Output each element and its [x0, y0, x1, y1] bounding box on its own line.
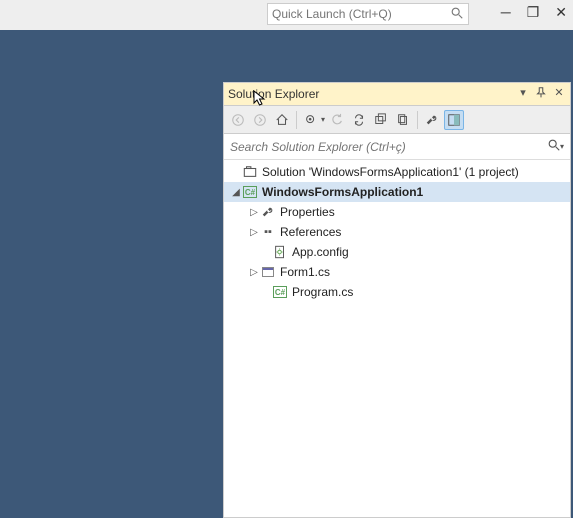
dropdown-icon[interactable]: ▾	[321, 115, 325, 124]
expand-twisty-icon[interactable]: ▷	[248, 207, 260, 218]
preview-button[interactable]	[444, 110, 464, 130]
search-icon	[450, 6, 464, 23]
tree-label: App.config	[292, 245, 349, 259]
panel-options-icon[interactable]: ▾	[516, 86, 530, 103]
toolbar-separator	[296, 111, 297, 129]
minimize-button[interactable]: ─	[501, 4, 511, 21]
nav-back-button[interactable]	[228, 110, 248, 130]
wrench-icon	[260, 204, 276, 220]
form-file-icon	[260, 264, 276, 280]
panel-title: Solution Explorer	[228, 87, 516, 101]
csharp-file-icon: C#	[272, 284, 288, 300]
tree-label: Program.cs	[292, 285, 353, 299]
sync-button[interactable]	[349, 110, 369, 130]
panel-search-input[interactable]	[230, 140, 547, 154]
tree-node-properties[interactable]: ▷ Properties	[224, 202, 570, 222]
solution-tree: Solution 'WindowsFormsApplication1' (1 p…	[224, 160, 570, 304]
quick-launch[interactable]	[267, 3, 469, 25]
tree-node-project[interactable]: ◢ C# WindowsFormsApplication1	[224, 182, 570, 202]
scope-button[interactable]	[301, 110, 321, 130]
title-bar: ─ ❐ ✕	[0, 0, 573, 30]
tree-node-appconfig[interactable]: App.config	[224, 242, 570, 262]
tree-label: Form1.cs	[280, 265, 330, 279]
references-icon: ▪▪	[260, 224, 276, 240]
properties-button[interactable]	[422, 110, 442, 130]
csharp-project-icon: C#	[242, 184, 258, 200]
solution-explorer-panel: Solution Explorer ▾ ✕ ▾	[223, 82, 571, 518]
refresh-button[interactable]	[327, 110, 347, 130]
expand-twisty-icon[interactable]: ▷	[248, 267, 260, 278]
panel-close-icon[interactable]: ✕	[552, 86, 566, 103]
toolbar-separator	[417, 111, 418, 129]
nav-forward-button[interactable]	[250, 110, 270, 130]
restore-button[interactable]: ❐	[527, 4, 540, 21]
tree-node-form1[interactable]: ▷ Form1.cs	[224, 262, 570, 282]
tree-label: Solution 'WindowsFormsApplication1' (1 p…	[262, 165, 519, 179]
home-button[interactable]	[272, 110, 292, 130]
tree-label: References	[280, 225, 341, 239]
expand-twisty-icon[interactable]: ▷	[248, 227, 260, 238]
quick-launch-input[interactable]	[272, 7, 450, 21]
tree-node-solution[interactable]: Solution 'WindowsFormsApplication1' (1 p…	[224, 162, 570, 182]
tree-node-references[interactable]: ▷ ▪▪ References	[224, 222, 570, 242]
close-button[interactable]: ✕	[555, 4, 567, 21]
tree-node-program[interactable]: C# Program.cs	[224, 282, 570, 302]
tree-label: Properties	[280, 205, 335, 219]
dropdown-icon[interactable]: ▾	[560, 142, 564, 151]
pin-icon[interactable]	[534, 86, 548, 103]
solution-icon	[242, 164, 258, 180]
panel-header[interactable]: Solution Explorer ▾ ✕	[224, 83, 570, 106]
collapse-twisty-icon[interactable]: ◢	[230, 187, 242, 198]
panel-toolbar: ▾	[224, 106, 570, 134]
tree-label: WindowsFormsApplication1	[262, 185, 423, 199]
show-all-files-button[interactable]	[393, 110, 413, 130]
config-file-icon	[272, 244, 288, 260]
search-icon[interactable]	[547, 138, 561, 155]
panel-search[interactable]: ▾	[224, 134, 570, 160]
collapse-all-button[interactable]	[371, 110, 391, 130]
window-controls: ─ ❐ ✕	[501, 4, 567, 21]
